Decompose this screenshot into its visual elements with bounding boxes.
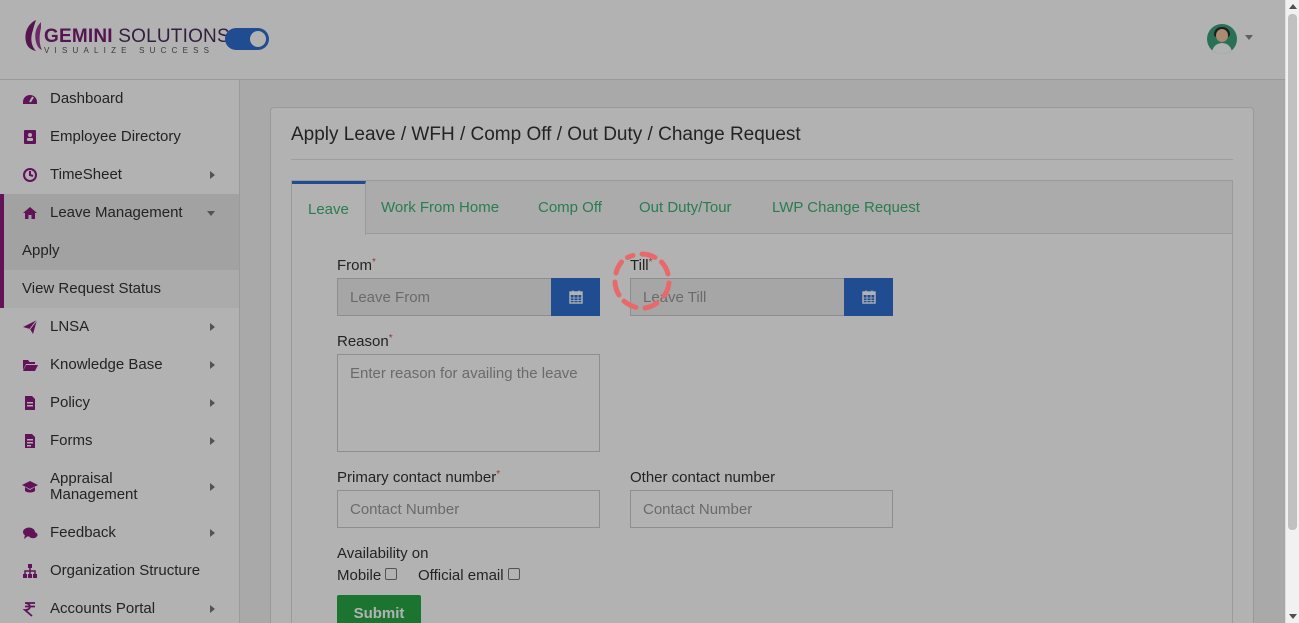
scroll-down-icon[interactable] [1289,614,1297,619]
scroll-up-icon[interactable] [1289,4,1297,9]
scrollbar-thumb[interactable] [1288,14,1297,530]
loading-spinner-icon [612,251,672,311]
page-scrollbar[interactable] [1285,0,1299,623]
